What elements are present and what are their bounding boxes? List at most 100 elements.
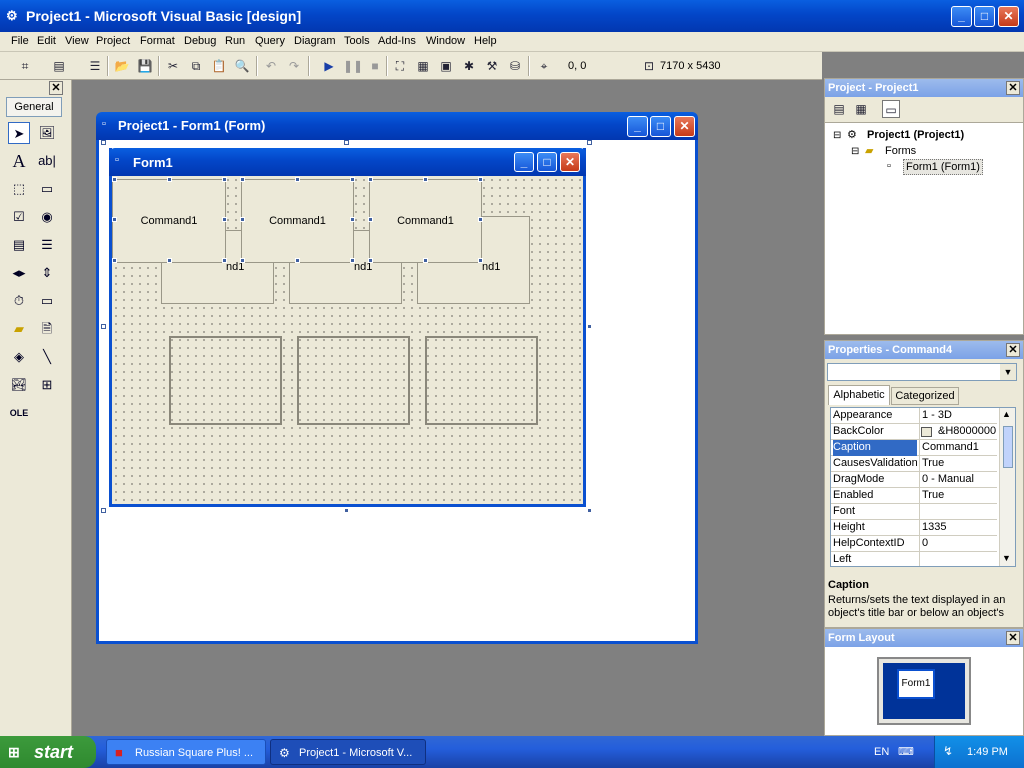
- menu-window[interactable]: Window: [426, 35, 465, 47]
- project-explorer-close-icon[interactable]: ✕: [1006, 81, 1020, 95]
- maximize-button[interactable]: □: [974, 6, 995, 27]
- selection-handle[interactable]: [240, 217, 245, 222]
- view-object-icon[interactable]: ▦: [852, 100, 870, 118]
- properties-window-icon[interactable]: ▦: [414, 57, 432, 75]
- form-resize-handle[interactable]: [587, 140, 592, 145]
- shape-tool-icon[interactable]: ◈: [8, 346, 30, 368]
- property-row[interactable]: Font: [831, 504, 997, 520]
- property-row[interactable]: Height 1335: [831, 520, 997, 536]
- menu-format[interactable]: Format: [140, 35, 175, 47]
- break-icon[interactable]: ❚❚: [343, 57, 363, 75]
- undo-icon[interactable]: ↶: [262, 57, 280, 75]
- object-browser-icon[interactable]: ✱: [460, 57, 478, 75]
- designer-close-button[interactable]: ✕: [674, 116, 695, 137]
- property-row[interactable]: Left: [831, 552, 997, 566]
- start-button[interactable]: ⊞ start: [0, 736, 96, 768]
- menu-query[interactable]: Query: [255, 35, 285, 47]
- add-project-icon[interactable]: ⌗: [16, 57, 34, 75]
- combobox-tool-icon[interactable]: ▤: [8, 234, 30, 256]
- menu-editor-icon[interactable]: ☰: [86, 57, 104, 75]
- filelistbox-tool-icon[interactable]: 🗎: [36, 318, 58, 340]
- form-resize-handle[interactable]: [344, 140, 349, 145]
- commandbutton-tool-icon[interactable]: ▭: [36, 178, 58, 200]
- designer-minimize-button[interactable]: _: [627, 116, 648, 137]
- end-icon[interactable]: ■: [366, 57, 384, 75]
- tree-collapse-icon[interactable]: ⊟: [833, 130, 841, 141]
- selection-handle[interactable]: [478, 217, 483, 222]
- selection-handle[interactable]: [222, 177, 227, 182]
- checkbox-tool-icon[interactable]: ☑: [8, 206, 30, 228]
- menu-diagram[interactable]: Diagram: [294, 35, 336, 47]
- minimize-button[interactable]: _: [951, 6, 972, 27]
- save-project-icon[interactable]: 💾: [136, 57, 154, 75]
- pointer-tool-icon[interactable]: ➤: [8, 122, 30, 144]
- ole-tool-icon[interactable]: OLE: [8, 402, 30, 424]
- chevron-down-icon[interactable]: ▼: [1000, 364, 1016, 380]
- selection-handle[interactable]: [350, 217, 355, 222]
- copy-icon[interactable]: ⧉: [187, 57, 205, 75]
- selection-handle[interactable]: [112, 177, 117, 182]
- textbox-tool-icon[interactable]: ab|: [36, 150, 58, 172]
- taskbar-item-russian-square[interactable]: ■ Russian Square Plus! ...: [106, 739, 266, 765]
- menu-add-ins[interactable]: Add-Ins: [378, 35, 416, 47]
- scroll-thumb[interactable]: [1003, 426, 1013, 468]
- form-resize-handle[interactable]: [101, 324, 106, 329]
- network-icon[interactable]: ↯: [943, 744, 953, 758]
- menu-debug[interactable]: Debug: [184, 35, 216, 47]
- menu-view[interactable]: View: [65, 35, 89, 47]
- command-button-front[interactable]: Command1: [241, 179, 354, 263]
- form-layout-close-icon[interactable]: ✕: [1006, 631, 1020, 645]
- command-button-front[interactable]: Command1: [112, 179, 226, 263]
- hscrollbar-tool-icon[interactable]: ◂▸: [8, 262, 30, 284]
- selection-handle[interactable]: [368, 177, 373, 182]
- form1-minimize-button[interactable]: _: [514, 152, 534, 172]
- data-tool-icon[interactable]: ⊞: [36, 374, 58, 396]
- form1-maximize-button[interactable]: □: [537, 152, 557, 172]
- taskbar-item-visual-basic[interactable]: ⚙ Project1 - Microsoft V...: [270, 739, 426, 765]
- label-tool-icon[interactable]: A: [8, 150, 30, 172]
- toolbox-close-icon[interactable]: ✕: [49, 81, 63, 95]
- dirlistbox-tool-icon[interactable]: ▰: [8, 318, 30, 340]
- selection-handle[interactable]: [222, 217, 227, 222]
- property-row[interactable]: BackColor &H8000000F: [831, 424, 997, 440]
- language-indicator[interactable]: EN: [874, 746, 889, 758]
- open-project-icon[interactable]: 📂: [113, 57, 131, 75]
- redo-icon[interactable]: ↷: [285, 57, 303, 75]
- selection-handle[interactable]: [240, 258, 245, 263]
- add-form-icon[interactable]: ▤: [50, 57, 68, 75]
- form-layout-icon[interactable]: ▣: [437, 57, 455, 75]
- paste-icon[interactable]: 📋: [210, 57, 228, 75]
- property-row-selected[interactable]: Caption Command1: [831, 440, 997, 456]
- selection-handle[interactable]: [112, 258, 117, 263]
- scroll-down-icon[interactable]: ▼: [1002, 553, 1011, 563]
- form1-close-button[interactable]: ✕: [560, 152, 580, 172]
- project-explorer-icon[interactable]: ⛶: [391, 57, 409, 75]
- selection-handle[interactable]: [350, 258, 355, 263]
- toggle-folders-icon[interactable]: ▭: [882, 100, 900, 118]
- vscrollbar-tool-icon[interactable]: ⇕: [36, 262, 58, 284]
- menu-run[interactable]: Run: [225, 35, 245, 47]
- data-view-icon[interactable]: ⛁: [506, 57, 524, 75]
- property-row[interactable]: CausesValidation True: [831, 456, 997, 472]
- image-tool-icon[interactable]: 🏞: [8, 374, 30, 396]
- selection-handle[interactable]: [222, 258, 227, 263]
- command-button-front[interactable]: Command1: [369, 179, 482, 263]
- form-resize-handle[interactable]: [101, 140, 106, 145]
- selection-handle[interactable]: [478, 258, 483, 263]
- close-button[interactable]: ✕: [998, 6, 1019, 27]
- toolbox-general-tab[interactable]: General: [6, 97, 62, 117]
- tree-forms-folder[interactable]: Forms: [885, 145, 916, 157]
- form-resize-handle[interactable]: [587, 508, 592, 513]
- selection-handle[interactable]: [423, 177, 428, 182]
- selection-handle[interactable]: [295, 258, 300, 263]
- selection-handle[interactable]: [423, 258, 428, 263]
- picturebox-tool-icon[interactable]: 🖼: [36, 122, 58, 144]
- tab-alphabetic[interactable]: Alphabetic: [828, 385, 890, 405]
- object-selector-dropdown[interactable]: ▼: [827, 363, 1017, 381]
- menu-edit[interactable]: Edit: [37, 35, 56, 47]
- selection-handle[interactable]: [295, 177, 300, 182]
- frame-tool-icon[interactable]: ⬚: [8, 178, 30, 200]
- selection-handle[interactable]: [368, 217, 373, 222]
- tree-form1-item[interactable]: Form1 (Form1): [903, 159, 983, 175]
- frame-control[interactable]: [297, 336, 410, 425]
